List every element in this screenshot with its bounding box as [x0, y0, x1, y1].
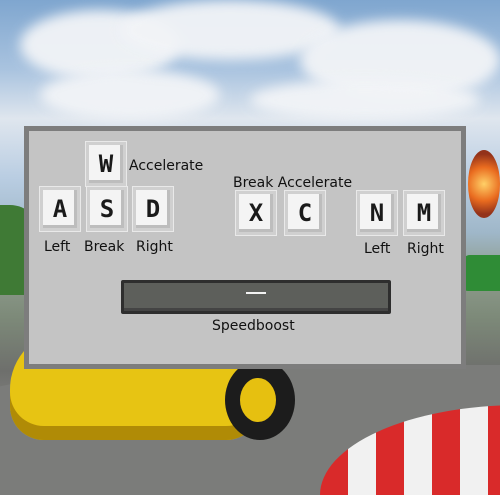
controls-panel: W Accelerate A S D Left Break Right Brea…	[24, 126, 466, 369]
key-x: X	[236, 191, 276, 235]
explosion	[468, 150, 500, 218]
key-c: C	[285, 191, 325, 235]
accelerate-label: Accelerate	[129, 158, 204, 174]
left-label: Left	[44, 239, 71, 255]
spacebar-mark	[246, 292, 266, 294]
key-n: N	[357, 191, 397, 235]
player1-controls: W Accelerate A S D Left Break Right	[29, 131, 226, 267]
opponent-car	[462, 255, 500, 291]
car-wheel-rim	[240, 378, 276, 422]
key-w: W	[86, 142, 126, 186]
speedboost-controls: Speedboost	[29, 263, 461, 364]
key-s: S	[87, 187, 127, 231]
key-m: M	[404, 191, 444, 235]
right-label: Right	[136, 239, 173, 255]
cloud	[40, 70, 220, 120]
player2-controls: Break Accelerate X C N M Left Right	[222, 131, 461, 267]
key-a: A	[40, 187, 80, 231]
break-label: Break	[84, 239, 125, 255]
speedboost-label: Speedboost	[212, 318, 295, 334]
key-d: D	[133, 187, 173, 231]
right-label: Right	[407, 241, 444, 257]
cloud	[250, 80, 480, 120]
break-accelerate-label: Break Accelerate	[233, 175, 353, 191]
key-spacebar	[121, 280, 391, 314]
left-label: Left	[364, 241, 391, 257]
